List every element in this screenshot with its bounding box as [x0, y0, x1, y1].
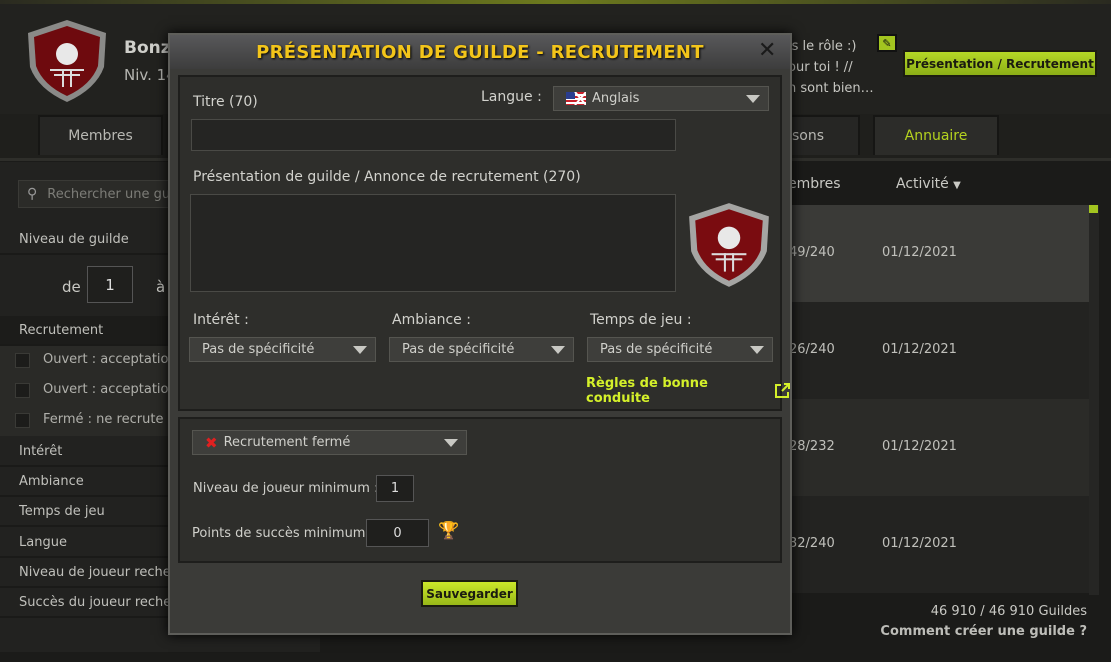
description-line: is le rôle :): [788, 39, 857, 54]
chevron-down-icon: [750, 345, 764, 354]
activity-cell: 01/12/2021: [882, 342, 957, 357]
min-level-label: Niveau de joueur minimum :: [193, 481, 379, 496]
recruitment-checkbox[interactable]: [15, 353, 30, 368]
column-activity-label: Activité: [896, 176, 949, 192]
uk-us-flag-icon: [566, 92, 586, 105]
title-label: Titre (70): [193, 94, 258, 110]
presentation-label: Présentation de guilde / Annonce de recr…: [193, 169, 581, 185]
language-select[interactable]: Anglais: [553, 86, 769, 111]
members-cell: 49/240: [789, 245, 835, 260]
activity-cell: 01/12/2021: [882, 536, 957, 551]
presentation-recruitment-button[interactable]: Présentation / Recrutement: [903, 50, 1097, 77]
description-line: n sont bien…: [788, 81, 874, 96]
interest-value: Pas de spécificité: [202, 342, 315, 357]
level-from-input[interactable]: 1: [87, 266, 133, 303]
playtime-select[interactable]: Pas de spécificité: [587, 337, 773, 362]
recruitment-option: Ouvert : acceptation: [43, 352, 177, 367]
scrollbar-thumb[interactable]: [1089, 205, 1098, 213]
ambiance-value: Pas de spécificité: [402, 342, 515, 357]
guild-count: 46 910 / 46 910 Guildes: [930, 604, 1087, 619]
save-button[interactable]: Sauvegarder: [421, 580, 518, 607]
close-icon[interactable]: ✕: [758, 38, 776, 63]
red-x-icon: ✖: [205, 433, 218, 452]
pencil-icon: ✎: [882, 36, 892, 50]
modal-title: PRÉSENTATION DE GUILDE - RECRUTEMENT: [170, 35, 790, 69]
recruitment-option: Fermé : ne recrute p: [43, 412, 176, 427]
tab-directory[interactable]: Annuaire: [873, 115, 999, 155]
sort-down-icon: ▼: [953, 180, 961, 191]
column-members[interactable]: embres: [788, 176, 841, 192]
description-line: our toi ! //: [788, 60, 853, 75]
trophy-icon: 🏆: [438, 521, 460, 541]
members-cell: 28/232: [789, 439, 835, 454]
activity-cell: 01/12/2021: [882, 439, 957, 454]
guild-presentation-modal: PRÉSENTATION DE GUILDE - RECRUTEMENT ✕ T…: [168, 33, 792, 635]
conduct-rules-link[interactable]: Règles de bonne conduite: [586, 376, 790, 406]
recruitment-checkbox[interactable]: [15, 413, 30, 428]
members-cell: 26/240: [789, 342, 835, 357]
chevron-down-icon: [444, 438, 458, 447]
recruitment-checkbox[interactable]: [15, 383, 30, 398]
members-cell: 32/240: [789, 536, 835, 551]
to-label: à: [156, 278, 166, 296]
min-level-input[interactable]: 1: [376, 475, 414, 502]
presentation-textarea[interactable]: [190, 194, 676, 292]
language-label: Langue :: [481, 89, 542, 105]
recruitment-status-select[interactable]: ✖ Recrutement fermé: [192, 430, 467, 455]
min-achievement-input[interactable]: 0: [366, 519, 429, 547]
guild-shield-icon: [689, 203, 769, 287]
rules-link-text: Règles de bonne conduite: [586, 376, 708, 406]
search-icon: ⚲: [27, 186, 38, 202]
tab-members[interactable]: Membres: [38, 115, 163, 155]
guild-shield-icon: [28, 20, 106, 102]
chevron-down-icon: [746, 94, 760, 103]
ambiance-select[interactable]: Pas de spécificité: [389, 337, 574, 362]
language-value: Anglais: [592, 91, 640, 106]
playtime-label: Temps de jeu :: [590, 312, 692, 328]
from-label: de: [62, 278, 81, 296]
ambiance-label: Ambiance :: [392, 312, 471, 328]
playtime-value: Pas de spécificité: [600, 342, 713, 357]
scrollbar[interactable]: [1089, 205, 1099, 595]
column-activity[interactable]: Activité ▼: [896, 176, 961, 192]
interest-select[interactable]: Pas de spécificité: [189, 337, 376, 362]
recruitment-value: Recrutement fermé: [223, 435, 351, 450]
create-guild-help-link[interactable]: Comment créer une guilde ?: [880, 624, 1087, 639]
title-input[interactable]: [191, 119, 676, 151]
edit-description-button[interactable]: ✎: [877, 34, 897, 52]
guild-description: is le rôle :) our toi ! // n sont bien…: [788, 36, 878, 99]
chevron-down-icon: [353, 345, 367, 354]
external-link-icon: [775, 383, 790, 398]
min-achievement-label: Points de succès minimum: [192, 526, 366, 541]
activity-cell: 01/12/2021: [882, 245, 957, 260]
recruitment-option: Ouvert : acceptation: [43, 382, 177, 397]
chevron-down-icon: [551, 345, 565, 354]
interest-label: Intérêt :: [193, 312, 249, 328]
